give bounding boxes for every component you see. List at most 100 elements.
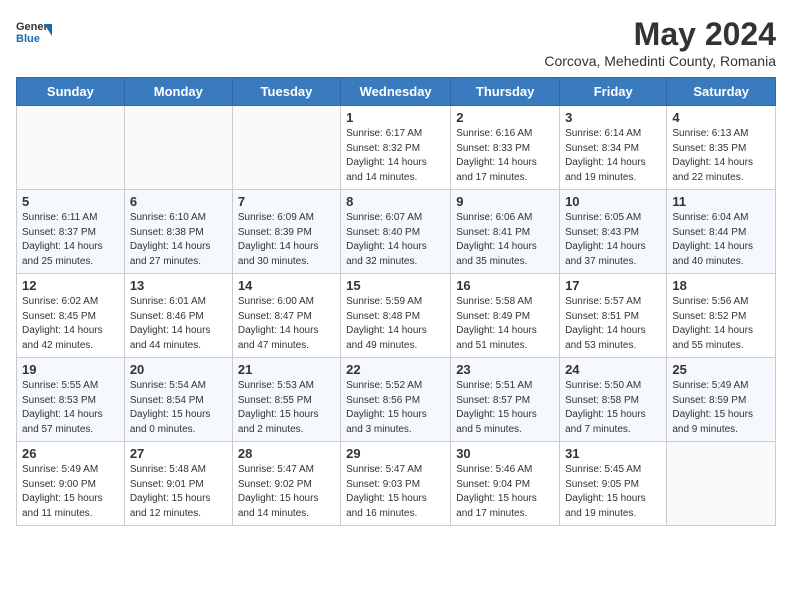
day-number: 15 <box>346 278 445 293</box>
day-number: 10 <box>565 194 661 209</box>
calendar-cell: 28Sunrise: 5:47 AMSunset: 9:02 PMDayligh… <box>232 442 340 526</box>
day-number: 1 <box>346 110 445 125</box>
day-number: 3 <box>565 110 661 125</box>
calendar-week-row: 12 Sunrise: 6:02 AMSunset: 8:45 PMDayligh… <box>17 274 776 358</box>
day-number: 7 <box>238 194 335 209</box>
calendar-cell: 25Sunrise: 5:49 AMSunset: 8:59 PMDayligh… <box>667 358 776 442</box>
day-info: Sunrise: 5:52 AMSunset: 8:56 PMDaylight:… <box>346 379 445 437</box>
calendar-cell: 17 Sunrise: 5:57 AMSunset: 8:51 PMDayligh… <box>560 274 667 358</box>
day-number: 23 <box>456 362 554 377</box>
day-number: 17 <box>565 278 661 293</box>
day-number: 2 <box>456 110 554 125</box>
weekday-header-sunday: Sunday <box>17 78 125 106</box>
title-location: Corcova, Mehedinti County, Romania <box>544 53 776 69</box>
calendar-cell <box>124 106 232 190</box>
day-number: 6 <box>130 194 227 209</box>
weekday-header-saturday: Saturday <box>667 78 776 106</box>
day-info: Sunrise: 5:51 AMSunset: 8:57 PMDaylight:… <box>456 379 554 437</box>
day-number: 30 <box>456 446 554 461</box>
day-info: Sunrise: 6:09 AMSunset: 8:39 PMDaylight:… <box>238 211 335 269</box>
day-number: 27 <box>130 446 227 461</box>
day-number: 12 <box>22 278 119 293</box>
calendar-cell: 3Sunrise: 6:14 AMSunset: 8:34 PMDaylight… <box>560 106 667 190</box>
calendar-cell: 13 Sunrise: 6:01 AMSunset: 8:46 PMDayligh… <box>124 274 232 358</box>
day-number: 11 <box>672 194 770 209</box>
day-info: Sunrise: 6:10 AMSunset: 8:38 PMDaylight:… <box>130 211 227 269</box>
day-info: Sunrise: 6:11 AMSunset: 8:37 PMDaylight:… <box>22 211 119 269</box>
calendar-cell: 24 Sunrise: 5:50 AMSunset: 8:58 PMDayligh… <box>560 358 667 442</box>
calendar-cell: 9Sunrise: 6:06 AMSunset: 8:41 PMDaylight… <box>451 190 560 274</box>
day-info: Sunrise: 6:05 AMSunset: 8:43 PMDaylight:… <box>565 211 661 269</box>
calendar-cell <box>17 106 125 190</box>
calendar-cell: 7 Sunrise: 6:09 AMSunset: 8:39 PMDaylight… <box>232 190 340 274</box>
day-info: Sunrise: 5:47 AMSunset: 9:03 PMDaylight:… <box>346 463 445 521</box>
title-block: May 2024 Corcova, Mehedinti County, Roma… <box>544 16 776 69</box>
logo: General Blue General Blue <box>16 16 52 52</box>
day-number: 19 <box>22 362 119 377</box>
day-info: Sunrise: 6:02 AMSunset: 8:45 PMDaylight:… <box>22 295 119 353</box>
day-info: Sunrise: 6:07 AMSunset: 8:40 PMDaylight:… <box>346 211 445 269</box>
day-number: 29 <box>346 446 445 461</box>
day-info: Sunrise: 5:49 AMSunset: 9:00 PMDaylight:… <box>22 463 119 521</box>
calendar-cell: 15 Sunrise: 5:59 AMSunset: 8:48 PMDayligh… <box>341 274 451 358</box>
calendar-cell: 31Sunrise: 5:45 AMSunset: 9:05 PMDayligh… <box>560 442 667 526</box>
calendar-cell: 8 Sunrise: 6:07 AMSunset: 8:40 PMDaylight… <box>341 190 451 274</box>
day-info: Sunrise: 6:13 AMSunset: 8:35 PMDaylight:… <box>672 127 770 185</box>
calendar-cell: 19 Sunrise: 5:55 AMSunset: 8:53 PMDayligh… <box>17 358 125 442</box>
day-info: Sunrise: 6:16 AMSunset: 8:33 PMDaylight:… <box>456 127 554 185</box>
calendar-cell: 20 Sunrise: 5:54 AMSunset: 8:54 PMDayligh… <box>124 358 232 442</box>
calendar-cell: 12 Sunrise: 6:02 AMSunset: 8:45 PMDayligh… <box>17 274 125 358</box>
day-number: 24 <box>565 362 661 377</box>
day-info: Sunrise: 5:50 AMSunset: 8:58 PMDaylight:… <box>565 379 661 437</box>
day-info: Sunrise: 5:46 AMSunset: 9:04 PMDaylight:… <box>456 463 554 521</box>
weekday-header-friday: Friday <box>560 78 667 106</box>
day-info: Sunrise: 6:17 AMSunset: 8:32 PMDaylight:… <box>346 127 445 185</box>
day-info: Sunrise: 5:49 AMSunset: 8:59 PMDaylight:… <box>672 379 770 437</box>
calendar-cell: 26Sunrise: 5:49 AMSunset: 9:00 PMDayligh… <box>17 442 125 526</box>
weekday-header-monday: Monday <box>124 78 232 106</box>
calendar-cell: 30 Sunrise: 5:46 AMSunset: 9:04 PMDayligh… <box>451 442 560 526</box>
calendar-cell: 5Sunrise: 6:11 AMSunset: 8:37 PMDaylight… <box>17 190 125 274</box>
calendar-cell: 10 Sunrise: 6:05 AMSunset: 8:43 PMDayligh… <box>560 190 667 274</box>
day-number: 4 <box>672 110 770 125</box>
calendar-week-row: 26Sunrise: 5:49 AMSunset: 9:00 PMDayligh… <box>17 442 776 526</box>
day-number: 13 <box>130 278 227 293</box>
day-info: Sunrise: 6:04 AMSunset: 8:44 PMDaylight:… <box>672 211 770 269</box>
calendar-table: SundayMondayTuesdayWednesdayThursdayFrid… <box>16 77 776 526</box>
calendar-cell <box>667 442 776 526</box>
day-number: 21 <box>238 362 335 377</box>
day-number: 28 <box>238 446 335 461</box>
day-info: Sunrise: 5:57 AMSunset: 8:51 PMDaylight:… <box>565 295 661 353</box>
day-number: 14 <box>238 278 335 293</box>
day-info: Sunrise: 5:59 AMSunset: 8:48 PMDaylight:… <box>346 295 445 353</box>
calendar-cell: 11 Sunrise: 6:04 AMSunset: 8:44 PMDayligh… <box>667 190 776 274</box>
weekday-header-thursday: Thursday <box>451 78 560 106</box>
day-number: 16 <box>456 278 554 293</box>
day-info: Sunrise: 5:55 AMSunset: 8:53 PMDaylight:… <box>22 379 119 437</box>
weekday-header-row: SundayMondayTuesdayWednesdayThursdayFrid… <box>17 78 776 106</box>
day-number: 20 <box>130 362 227 377</box>
calendar-cell <box>232 106 340 190</box>
calendar-week-row: 19 Sunrise: 5:55 AMSunset: 8:53 PMDayligh… <box>17 358 776 442</box>
calendar-cell: 16 Sunrise: 5:58 AMSunset: 8:49 PMDayligh… <box>451 274 560 358</box>
calendar-cell: 18Sunrise: 5:56 AMSunset: 8:52 PMDayligh… <box>667 274 776 358</box>
page-header: General Blue General Blue May 2024 Corco… <box>16 16 776 69</box>
calendar-week-row: 1 Sunrise: 6:17 AMSunset: 8:32 PMDaylight… <box>17 106 776 190</box>
calendar-week-row: 5Sunrise: 6:11 AMSunset: 8:37 PMDaylight… <box>17 190 776 274</box>
weekday-header-wednesday: Wednesday <box>341 78 451 106</box>
day-number: 8 <box>346 194 445 209</box>
day-info: Sunrise: 5:48 AMSunset: 9:01 PMDaylight:… <box>130 463 227 521</box>
day-info: Sunrise: 6:00 AMSunset: 8:47 PMDaylight:… <box>238 295 335 353</box>
title-month: May 2024 <box>544 16 776 53</box>
calendar-cell: 21Sunrise: 5:53 AMSunset: 8:55 PMDayligh… <box>232 358 340 442</box>
calendar-cell: 14 Sunrise: 6:00 AMSunset: 8:47 PMDayligh… <box>232 274 340 358</box>
svg-text:Blue: Blue <box>16 33 40 45</box>
day-info: Sunrise: 5:56 AMSunset: 8:52 PMDaylight:… <box>672 295 770 353</box>
calendar-cell: 27 Sunrise: 5:48 AMSunset: 9:01 PMDayligh… <box>124 442 232 526</box>
day-info: Sunrise: 6:01 AMSunset: 8:46 PMDaylight:… <box>130 295 227 353</box>
day-number: 31 <box>565 446 661 461</box>
day-info: Sunrise: 5:58 AMSunset: 8:49 PMDaylight:… <box>456 295 554 353</box>
logo-icon: General Blue <box>16 16 52 52</box>
calendar-cell: 23 Sunrise: 5:51 AMSunset: 8:57 PMDayligh… <box>451 358 560 442</box>
day-info: Sunrise: 5:54 AMSunset: 8:54 PMDaylight:… <box>130 379 227 437</box>
